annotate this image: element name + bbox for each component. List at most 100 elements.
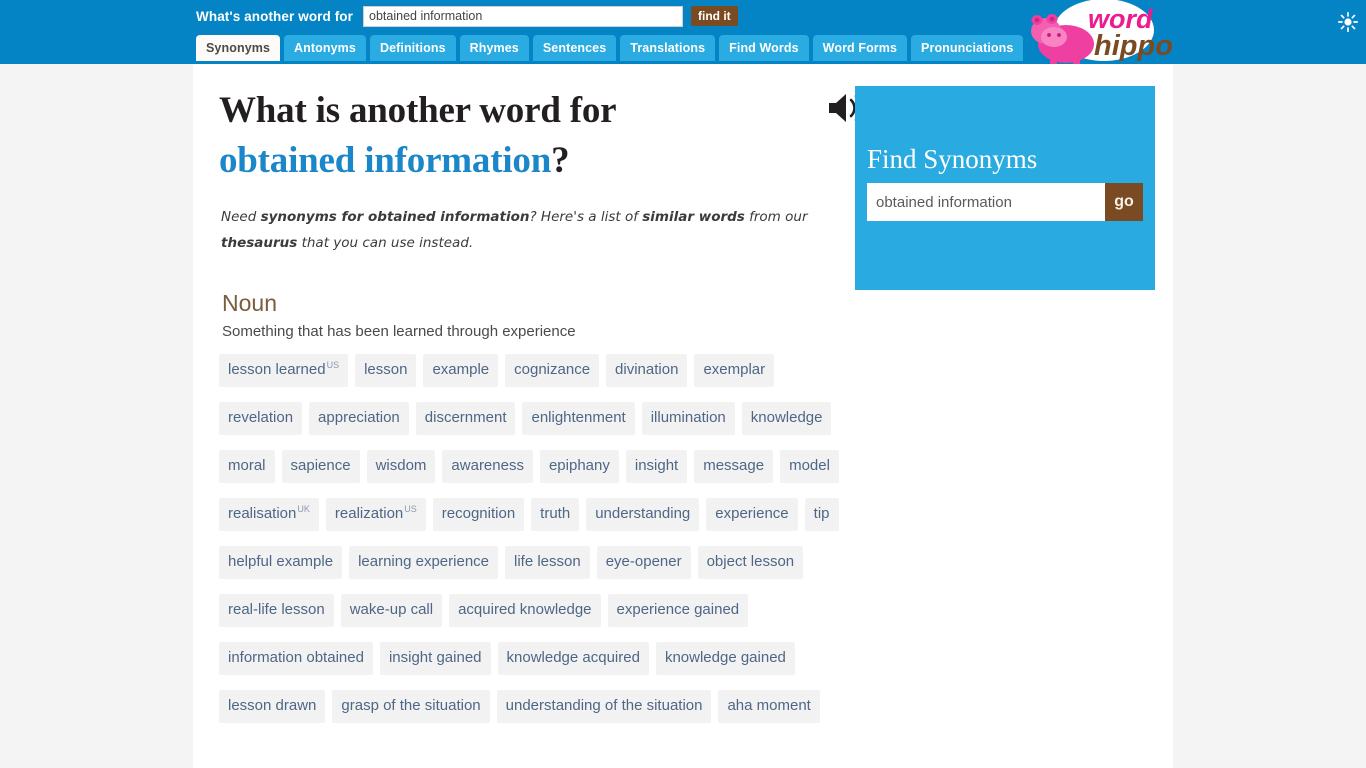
synonym-chip[interactable]: realisationUK: [219, 498, 319, 531]
synonym-chip[interactable]: lesson drawn: [219, 690, 326, 723]
content-card: What is another word for obtained inform…: [193, 64, 1173, 768]
tab-translations[interactable]: Translations: [620, 35, 716, 61]
tab-pronunciations[interactable]: Pronunciations: [911, 35, 1024, 61]
synonym-chip[interactable]: enlightenment: [522, 402, 635, 435]
synonym-chip[interactable]: lesson learnedUS: [219, 354, 349, 387]
synonym-chip[interactable]: discernment: [415, 402, 516, 435]
find-synonyms-title: Find Synonyms: [867, 144, 1038, 174]
synonym-label: realization: [334, 505, 404, 522]
find-synonyms-panel: Find Synonyms go: [855, 86, 1155, 290]
sidebar-go-button[interactable]: go: [1105, 183, 1143, 221]
synonym-chip[interactable]: insight: [625, 450, 688, 483]
header-search-row: What's another word for find it: [196, 5, 738, 27]
synonym-label: recognition: [441, 505, 516, 522]
synonym-chip[interactable]: understanding of the situation: [496, 690, 712, 723]
synonym-chip[interactable]: divination: [606, 354, 688, 387]
synonym-chip[interactable]: knowledge: [741, 402, 832, 435]
tab-synonyms[interactable]: Synonyms: [196, 35, 281, 61]
synonym-chip[interactable]: experience gained: [607, 594, 749, 627]
synonym-chip[interactable]: learning experience: [349, 546, 498, 579]
sidebar-search-row: go: [867, 183, 1143, 221]
synonym-chip[interactable]: information obtained: [219, 642, 373, 675]
synonym-chip[interactable]: exemplar: [694, 354, 775, 387]
tab-rhymes[interactable]: Rhymes: [459, 35, 529, 61]
synonym-label: revelation: [228, 409, 294, 426]
synonym-chip[interactable]: appreciation: [309, 402, 409, 435]
synonym-region-tag: US: [326, 360, 340, 370]
synonym-label: tip: [813, 505, 830, 522]
synonym-region-tag: UK: [297, 504, 310, 514]
title-row: What is another word for obtained inform…: [219, 64, 870, 186]
part-of-speech-definition: Something that has been learned through …: [222, 323, 576, 340]
wordhippo-logo[interactable]: word hippo: [1018, 0, 1178, 70]
tab-sentences[interactable]: Sentences: [532, 35, 617, 61]
synonym-label: appreciation: [318, 409, 400, 426]
synonym-label: insight gained: [388, 649, 482, 666]
page-title-line1: What is another word for: [219, 90, 617, 131]
synonym-label: wisdom: [375, 457, 427, 474]
synonym-chip[interactable]: knowledge gained: [655, 642, 795, 675]
synonym-label: experience: [715, 505, 789, 522]
tab-word-forms[interactable]: Word Forms: [812, 35, 908, 61]
synonym-chip[interactable]: tip: [804, 498, 839, 531]
synonym-chip[interactable]: recognition: [432, 498, 525, 531]
synonym-chip[interactable]: eye-opener: [596, 546, 691, 579]
lead-paragraph: Need synonyms for obtained information? …: [221, 209, 808, 251]
synonym-label: acquired knowledge: [458, 601, 592, 618]
synonym-label: understanding: [595, 505, 691, 522]
synonym-chip[interactable]: aha moment: [718, 690, 820, 723]
synonym-label: example: [432, 361, 490, 378]
synonym-label: sapience: [290, 457, 351, 474]
synonym-chip[interactable]: illumination: [641, 402, 735, 435]
synonym-label: learning experience: [358, 553, 489, 570]
synonym-chip[interactable]: realizationUS: [325, 498, 426, 531]
synonym-chip[interactable]: wake-up call: [340, 594, 443, 627]
sidebar-search-input[interactable]: [867, 183, 1105, 221]
part-of-speech-heading: Noun: [222, 290, 277, 316]
site-header: What's another word for find it Synonyms…: [0, 0, 1366, 66]
synonym-chip[interactable]: awareness: [442, 450, 533, 483]
synonym-chip[interactable]: knowledge acquired: [497, 642, 649, 675]
synonym-chip[interactable]: helpful example: [219, 546, 343, 579]
tab-find-words[interactable]: Find Words: [719, 35, 809, 61]
synonym-chip[interactable]: revelation: [219, 402, 303, 435]
synonym-chip[interactable]: real-life lesson: [219, 594, 334, 627]
synonym-chip[interactable]: moral: [219, 450, 275, 483]
synonym-chip[interactable]: example: [423, 354, 499, 387]
synonym-chip[interactable]: model: [780, 450, 839, 483]
synonym-chip[interactable]: grasp of the situation: [332, 690, 490, 723]
synonym-label: wake-up call: [349, 601, 434, 618]
synonym-chip[interactable]: insight gained: [379, 642, 491, 675]
synonym-label: illumination: [650, 409, 726, 426]
synonym-label: information obtained: [228, 649, 364, 666]
nav-tabs: Synonyms Antonyms Definitions Rhymes Sentenc…: [196, 35, 1024, 61]
synonym-label: helpful example: [228, 553, 334, 570]
synonym-label: awareness: [451, 457, 524, 474]
synonym-chip[interactable]: object lesson: [697, 546, 804, 579]
synonym-chip[interactable]: life lesson: [505, 546, 590, 579]
synonym-label: grasp of the situation: [341, 697, 481, 714]
synonym-label: message: [703, 457, 765, 474]
tab-definitions[interactable]: Definitions: [369, 35, 456, 61]
header-search-input[interactable]: [363, 5, 684, 27]
sidebar: Find Synonyms go: [855, 86, 1155, 290]
synonym-label: experience gained: [616, 601, 740, 618]
synonym-chip[interactable]: wisdom: [366, 450, 436, 483]
synonym-chip[interactable]: lesson: [355, 354, 417, 387]
synonym-chip[interactable]: understanding: [586, 498, 700, 531]
synonym-chip[interactable]: epiphany: [539, 450, 619, 483]
synonym-label: realisation: [228, 505, 297, 522]
synonym-label: real-life lesson: [228, 601, 325, 618]
synonym-chip[interactable]: cognizance: [505, 354, 600, 387]
header-search-label: What's another word for: [196, 8, 354, 24]
tab-antonyms[interactable]: Antonyms: [284, 35, 366, 61]
synonym-label: divination: [615, 361, 679, 378]
sun-icon[interactable]: [1337, 11, 1359, 33]
synonym-chip[interactable]: truth: [531, 498, 580, 531]
synonym-chip[interactable]: message: [694, 450, 774, 483]
synonym-list: lesson learnedUS lesson example cognizance d…: [219, 354, 859, 738]
find-it-button[interactable]: find it: [691, 6, 738, 26]
synonym-chip[interactable]: sapience: [281, 450, 360, 483]
synonym-chip[interactable]: experience: [706, 498, 798, 531]
synonym-chip[interactable]: acquired knowledge: [449, 594, 601, 627]
